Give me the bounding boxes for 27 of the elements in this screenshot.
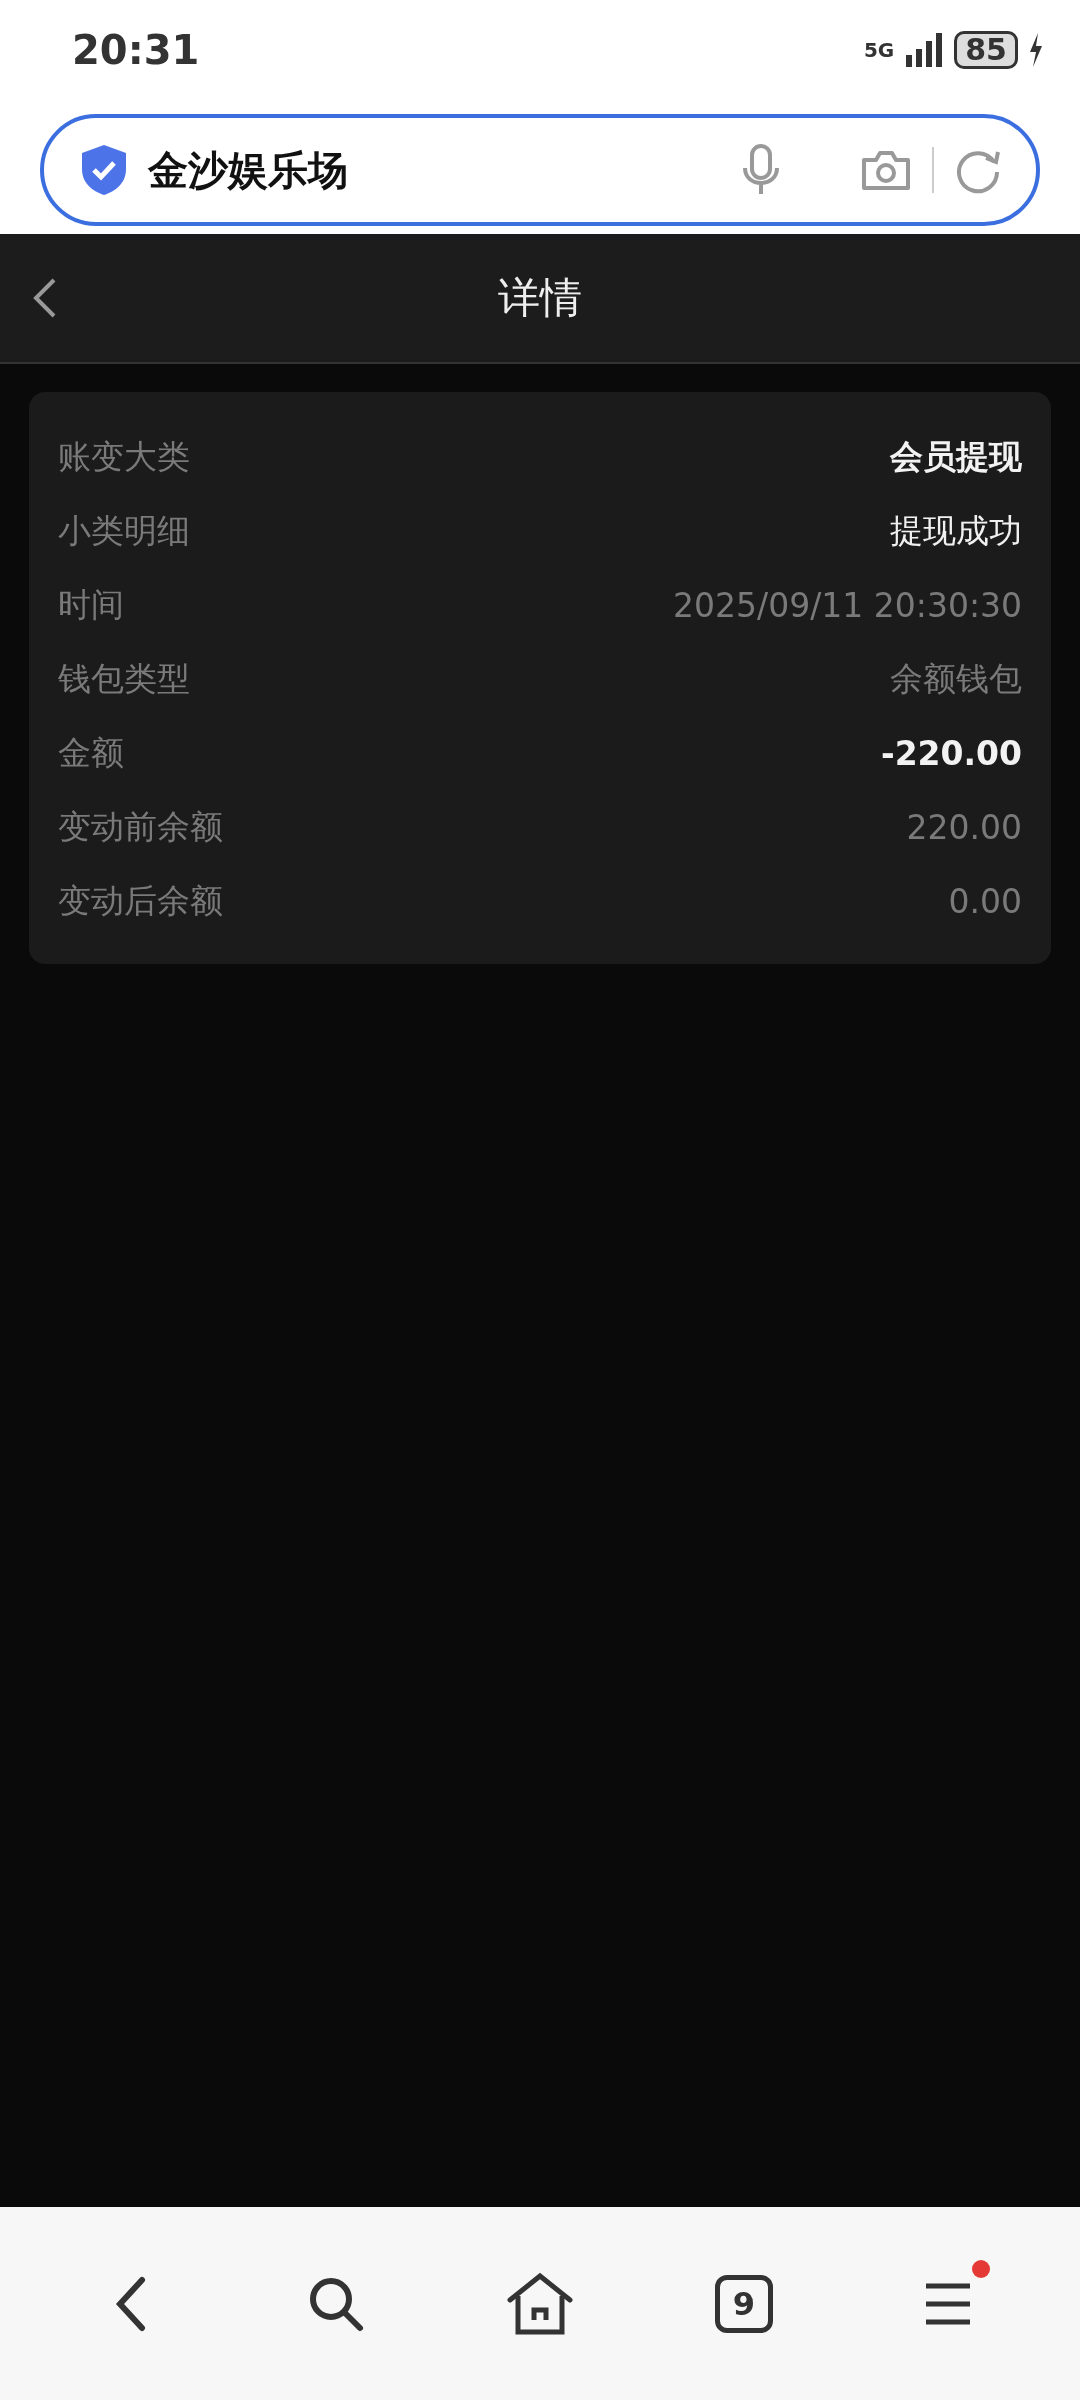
shield-icon bbox=[80, 143, 128, 197]
detail-value: -220.00 bbox=[880, 733, 1022, 773]
detail-value: 余额钱包 bbox=[890, 657, 1022, 700]
status-time: 20:31 bbox=[72, 27, 200, 73]
detail-label: 钱包类型 bbox=[58, 657, 190, 700]
detail-value: 0.00 bbox=[948, 881, 1022, 921]
detail-label: 时间 bbox=[58, 583, 124, 626]
detail-label: 变动后余额 bbox=[58, 879, 223, 922]
menu-icon[interactable] bbox=[924, 2281, 972, 2326]
battery-level: 85 bbox=[954, 31, 1018, 69]
camera-icon[interactable] bbox=[860, 148, 912, 192]
detail-value: 220.00 bbox=[906, 807, 1022, 847]
detail-label: 变动前余额 bbox=[58, 805, 223, 848]
microphone-icon[interactable] bbox=[742, 144, 780, 196]
detail-value: 会员提现 bbox=[890, 435, 1022, 478]
tab-count[interactable]: 9 bbox=[715, 2274, 773, 2333]
page-title: 详情 bbox=[498, 272, 582, 324]
detail-label: 金额 bbox=[58, 731, 124, 774]
address-bar[interactable]: 金沙娱乐场 bbox=[40, 114, 1040, 226]
detail-label: 账变大类 bbox=[58, 435, 190, 478]
detail-label: 小类明细 bbox=[58, 509, 190, 552]
charging-icon bbox=[1028, 33, 1044, 67]
signal-icon bbox=[904, 33, 945, 67]
network-type: 5G bbox=[863, 38, 895, 62]
address-text: 金沙娱乐场 bbox=[148, 145, 349, 195]
detail-value: 2025/09/11 20:30:30 bbox=[673, 585, 1022, 625]
detail-value: 提现成功 bbox=[890, 509, 1022, 552]
